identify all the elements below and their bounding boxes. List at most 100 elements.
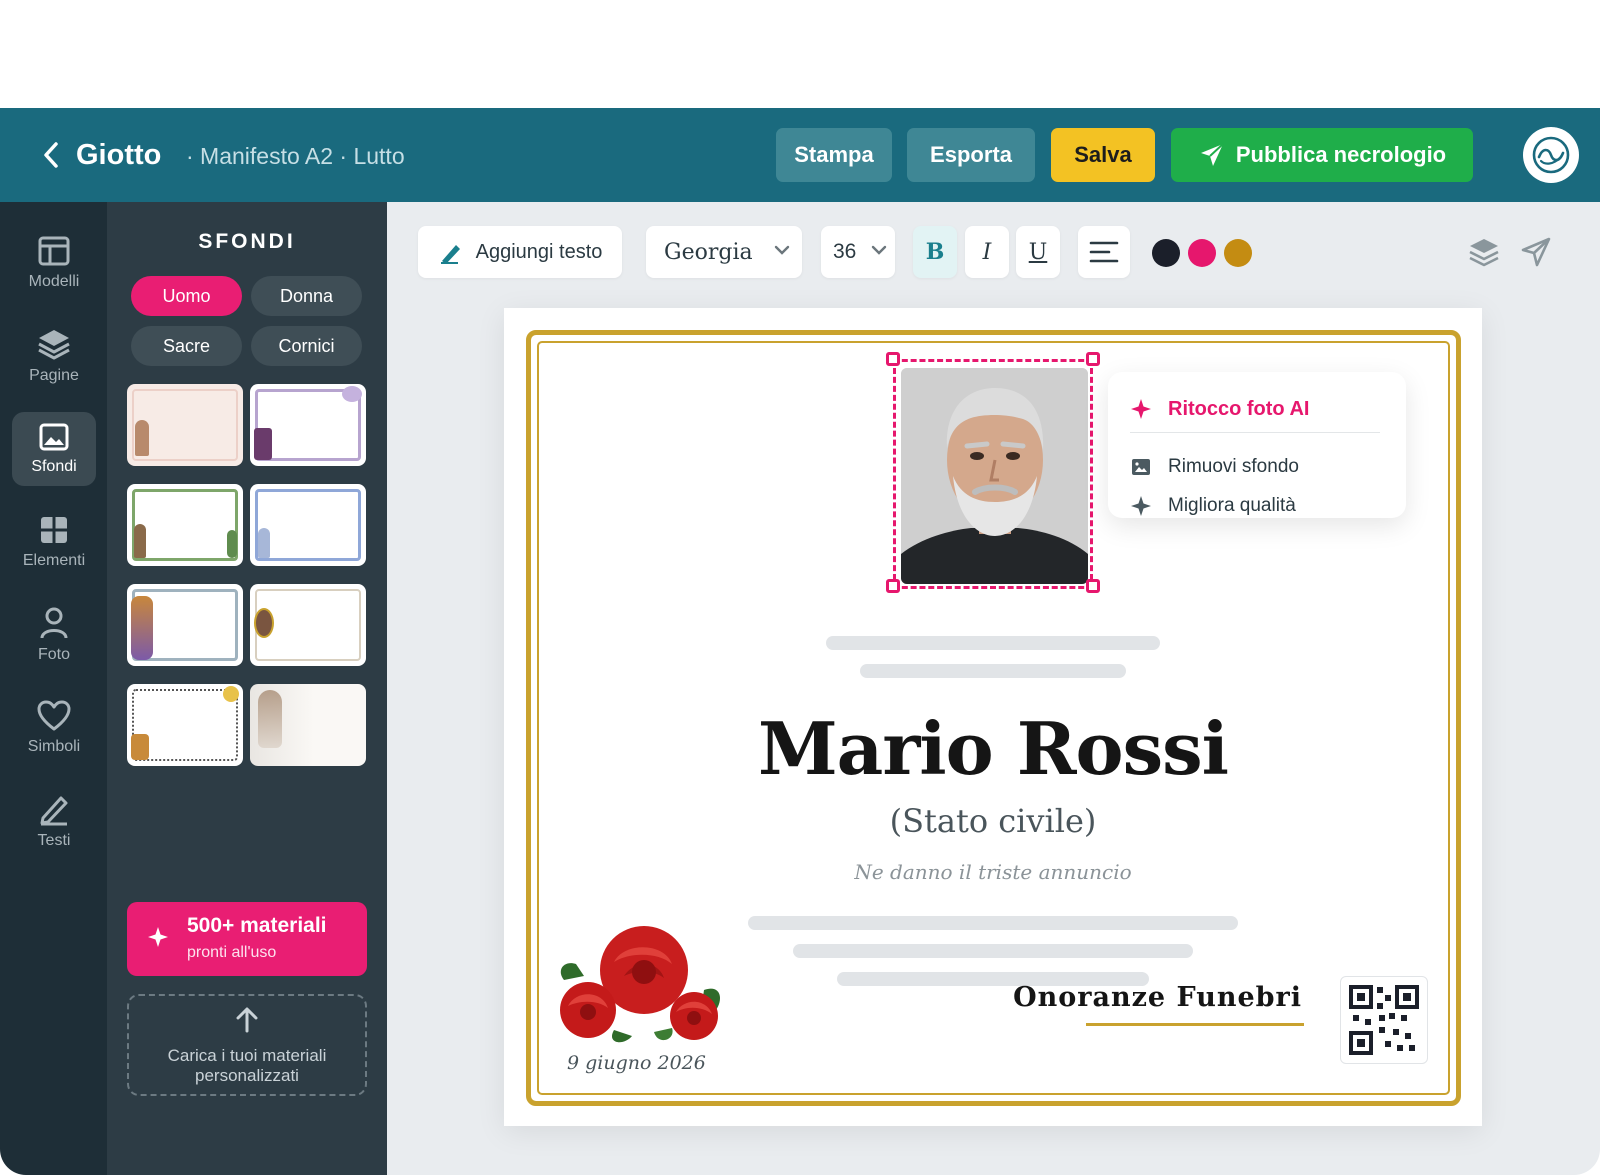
sidebar-item-simboli[interactable]: Simboli <box>12 691 96 765</box>
filter-uomo[interactable]: Uomo <box>131 276 242 316</box>
sidebar-item-label: Sfondi <box>31 458 77 475</box>
font-family-select[interactable]: Georgia <box>646 226 802 278</box>
promo-title: 500+ materiali <box>187 914 327 937</box>
background-thumbnail[interactable] <box>127 384 243 466</box>
announcement-text[interactable]: Ne danno il triste annuncio <box>504 860 1482 884</box>
flowers-icon <box>131 734 149 760</box>
upload-label: Carica i tuoi materiali personalizzati <box>129 1046 365 1086</box>
upload-materials-dropzone[interactable]: Carica i tuoi materiali personalizzati <box>127 994 367 1096</box>
chevron-down-icon <box>871 245 887 255</box>
sidebar-item-foto[interactable]: Foto <box>12 598 96 672</box>
infinity-logo-icon <box>1532 136 1570 174</box>
filter-sacre[interactable]: Sacre <box>131 326 242 366</box>
background-thumbnail[interactable] <box>127 684 243 766</box>
brand-logo[interactable] <box>1523 127 1579 183</box>
sidebar-item-label: Elementi <box>22 552 86 569</box>
publish-label: Pubblica necrologio <box>1235 142 1447 167</box>
export-button[interactable]: Esporta <box>907 128 1035 182</box>
background-thumbnail[interactable] <box>250 384 366 466</box>
sidebar-item-elementi[interactable]: Elementi <box>12 505 96 579</box>
layers-icon <box>1469 239 1499 267</box>
sidebar-rail: Modelli Pagine Sfondi Elementi Foto Simb… <box>0 202 107 1175</box>
cross-flowers-icon <box>254 428 272 460</box>
backgrounds-panel: SFONDI Uomo Donna Sacre Cornici 500+ mat… <box>107 202 387 1175</box>
font-size-select[interactable]: 36 <box>821 226 895 278</box>
layers-icon <box>38 330 70 360</box>
grid-icon <box>41 517 67 543</box>
ai-retouch-button[interactable]: Ritocco foto AI <box>1130 394 1309 424</box>
person-icon <box>40 607 68 639</box>
red-roses-image[interactable] <box>554 920 726 1046</box>
materials-promo-button[interactable]: 500+ materiali pronti all'uso <box>127 902 367 976</box>
remove-background-option[interactable]: Rimuovi sfondo <box>1130 454 1299 480</box>
sidebar-item-modelli[interactable]: Modelli <box>12 226 96 300</box>
sidebar-item-sfondi[interactable]: Sfondi <box>12 412 96 486</box>
photo-selection-box[interactable] <box>893 359 1093 589</box>
filter-cornici[interactable]: Cornici <box>251 326 362 366</box>
portrait-icon <box>254 608 274 638</box>
ai-menu-item-label: Migliora qualità <box>1168 495 1296 516</box>
sidebar-item-testi[interactable]: Testi <box>12 784 96 858</box>
color-swatch-gold[interactable] <box>1224 239 1252 267</box>
tree-icon <box>227 530 237 558</box>
print-button[interactable]: Stampa <box>776 128 892 182</box>
resize-handle-top-left[interactable] <box>886 352 900 366</box>
improve-quality-option[interactable]: Migliora qualità <box>1130 493 1296 519</box>
image-icon <box>1132 459 1150 475</box>
background-thumbnail[interactable] <box>250 684 366 766</box>
add-text-button[interactable]: Aggiungi testo <box>418 226 622 278</box>
saint-figure-icon <box>131 596 153 660</box>
document-title: · Manifesto A2 · Lutto <box>186 143 405 169</box>
sidebar-item-label: Foto <box>37 646 70 663</box>
resize-handle-bottom-left[interactable] <box>886 579 900 593</box>
gold-underline <box>1086 1023 1304 1026</box>
save-button[interactable]: Salva <box>1051 128 1155 182</box>
bold-button[interactable]: B <box>913 226 957 278</box>
resize-handle-top-right[interactable] <box>1086 352 1100 366</box>
deceased-name[interactable]: Mario Rossi <box>504 706 1482 791</box>
saint-figure-icon <box>135 420 149 456</box>
add-text-label: Aggiungi testo <box>475 240 603 263</box>
color-swatch-pink[interactable] <box>1188 239 1216 267</box>
background-thumbnail[interactable] <box>127 484 243 566</box>
poster-canvas[interactable]: Ritocco foto AI Rimuovi sfondo Migliora … <box>504 308 1482 1126</box>
layers-button[interactable] <box>1466 234 1502 270</box>
send-icon <box>1521 237 1551 267</box>
sidebar-item-pagine[interactable]: Pagine <box>12 319 96 393</box>
align-button[interactable] <box>1078 226 1130 278</box>
resize-handle-bottom-right[interactable] <box>1086 579 1100 593</box>
editor-app: Giotto · Manifesto A2 · Lutto Stampa Esp… <box>0 108 1600 1175</box>
publish-obituary-button[interactable]: Pubblica necrologio <box>1171 128 1473 182</box>
text-placeholder-line <box>860 664 1126 678</box>
sparkle-icon <box>1131 399 1151 419</box>
promo-subtitle: pronti all'uso <box>187 944 277 961</box>
qr-code-icon <box>1349 985 1419 1055</box>
send-button[interactable] <box>1518 234 1554 270</box>
pen-icon <box>440 245 460 264</box>
underline-button[interactable]: U <box>1016 226 1060 278</box>
filter-donna[interactable]: Donna <box>251 276 362 316</box>
text-placeholder-line <box>748 916 1238 930</box>
funeral-home-name[interactable]: Onoranze Funebri <box>986 982 1302 1013</box>
send-icon <box>1200 143 1224 166</box>
date-text[interactable]: 9 giugno 2026 <box>567 1052 706 1074</box>
sidebar-item-label: Testi <box>37 832 71 849</box>
panel-title: SFONDI <box>198 230 296 253</box>
background-thumbnail[interactable] <box>250 584 366 666</box>
flower-icon <box>223 686 239 702</box>
arrow-up-icon <box>236 1007 258 1033</box>
ai-menu-item-label: Rimuovi sfondo <box>1168 456 1299 477</box>
back-button[interactable] <box>34 136 68 174</box>
madonna-figure-icon <box>258 528 270 558</box>
background-thumbnail[interactable] <box>127 584 243 666</box>
background-thumbnail[interactable] <box>250 484 366 566</box>
sidebar-item-label: Pagine <box>29 367 79 384</box>
ai-photo-menu: Ritocco foto AI Rimuovi sfondo Migliora … <box>1108 372 1406 518</box>
color-swatch-black[interactable] <box>1152 239 1180 267</box>
italic-button[interactable]: I <box>965 226 1009 278</box>
sidebar-item-label: Simboli <box>27 738 81 755</box>
ai-menu-title: Ritocco foto AI <box>1168 397 1310 420</box>
civil-status[interactable]: (Stato civile) <box>504 802 1482 840</box>
sidebar-item-label: Modelli <box>28 273 80 290</box>
qr-code[interactable] <box>1340 976 1428 1064</box>
